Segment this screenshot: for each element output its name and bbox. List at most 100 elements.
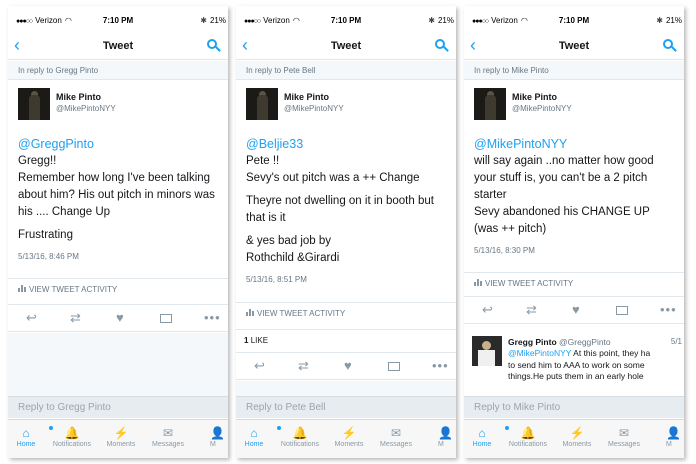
tab-home[interactable]: ⌂ Home	[236, 426, 281, 448]
view-tweet-activity[interactable]: VIEW TWEET ACTIVITY	[236, 302, 456, 322]
tab-me[interactable]: 👤 M	[438, 426, 456, 448]
heart-icon[interactable]: ♥	[116, 311, 124, 325]
tweet-mention[interactable]: @MikePintoNYY	[474, 136, 684, 153]
envelope-icon: ✉	[618, 426, 630, 440]
status-bar: ●●●○○ Verizon ◠ 7:10 PM ✱ 21%	[236, 14, 456, 28]
tab-moments[interactable]: ⚡ Moments	[553, 426, 601, 448]
bell-icon: 🔔	[64, 426, 80, 440]
clock: 7:10 PM	[558, 16, 590, 25]
author-handle[interactable]: @MikePintoNYY	[512, 104, 572, 113]
in-reply-to-banner[interactable]: In reply to Mike Pinto	[464, 61, 684, 80]
tab-home[interactable]: ⌂ Home	[8, 426, 53, 448]
battery-percent: 21%	[665, 16, 682, 25]
activity-chart-icon	[18, 285, 26, 292]
activity-chart-icon	[246, 309, 254, 316]
home-icon: ⌂	[236, 426, 281, 441]
search-icon[interactable]	[207, 39, 221, 53]
phone-screen-2: ●●●○○ Verizon ◠ 7:10 PM ✱ 21% ‹ Tweet In re…	[236, 6, 456, 458]
battery-percent: 21%	[209, 16, 226, 25]
related-author-handle[interactable]: @GreggPinto	[559, 337, 611, 347]
reply-input[interactable]: Reply to Pete Bell	[236, 396, 456, 418]
tab-moments[interactable]: ⚡ Moments	[325, 426, 373, 448]
avatar[interactable]	[474, 88, 506, 120]
tweet-mention[interactable]: @GreggPinto	[18, 136, 228, 153]
avatar[interactable]	[472, 336, 502, 366]
reply-icon[interactable]: ↩	[26, 311, 37, 325]
tab-me[interactable]: 👤 M	[210, 426, 228, 448]
direct-message-icon[interactable]	[388, 359, 400, 373]
retweet-icon[interactable]: ⇄	[298, 359, 309, 373]
view-tweet-activity[interactable]: VIEW TWEET ACTIVITY	[464, 272, 684, 292]
view-tweet-activity[interactable]: VIEW TWEET ACTIVITY	[8, 278, 228, 298]
likes-count[interactable]: 1 LIKE	[236, 329, 456, 349]
tweet-author[interactable]: Mike Pinto @MikePintoNYY	[474, 88, 674, 122]
tab-bar: ⌂ Home 🔔 Notifications ⚡ Moments ✉ Messages …	[464, 419, 684, 458]
heart-icon[interactable]: ♥	[344, 359, 352, 373]
related-author-name[interactable]: Gregg Pinto	[508, 337, 557, 347]
tab-me[interactable]: 👤 M	[666, 426, 684, 448]
clock: 7:10 PM	[330, 16, 362, 25]
search-icon[interactable]	[663, 39, 677, 53]
status-right: ✱ 21%	[656, 16, 682, 25]
page-title: Tweet	[102, 40, 134, 52]
tab-notifications[interactable]: 🔔 Notifications	[276, 426, 324, 448]
avatar[interactable]	[18, 88, 50, 120]
tab-messages[interactable]: ✉ Messages	[600, 426, 648, 448]
search-icon[interactable]	[435, 39, 449, 53]
tweet-author[interactable]: Mike Pinto @MikePintoNYY	[246, 88, 446, 122]
related-reply-header: Gregg Pinto @GreggPinto	[508, 337, 611, 347]
tab-messages[interactable]: ✉ Messages	[144, 426, 192, 448]
author-handle[interactable]: @MikePintoNYY	[56, 104, 116, 113]
related-reply-text: @MikePintoNYY At this point, they ha to …	[508, 348, 684, 383]
person-icon: 👤	[210, 426, 225, 440]
tab-notifications[interactable]: 🔔 Notifications	[504, 426, 552, 448]
author-name[interactable]: Mike Pinto	[56, 92, 101, 102]
tab-moments[interactable]: ⚡ Moments	[97, 426, 145, 448]
tweet-body: @GreggPinto Gregg!! Remember how long I'…	[18, 136, 228, 265]
author-name[interactable]: Mike Pinto	[284, 92, 329, 102]
avatar[interactable]	[246, 88, 278, 120]
reply-input[interactable]: Reply to Gregg Pinto	[8, 396, 228, 418]
retweet-icon[interactable]: ⇄	[70, 311, 81, 325]
status-bar: ●●●○○ Verizon ◠ 7:10 PM ✱ 21%	[8, 14, 228, 28]
reply-icon[interactable]: ↩	[254, 359, 265, 373]
tab-messages[interactable]: ✉ Messages	[372, 426, 420, 448]
more-icon[interactable]: •••	[204, 311, 221, 325]
nav-bar: ‹ Tweet	[8, 32, 228, 60]
retweet-icon[interactable]: ⇄	[526, 303, 537, 317]
tweet-line: Sevy abandoned his CHANGE UP	[474, 206, 650, 218]
tweet-body: @Beljie33 Pete !! Sevy's out pitch was a…	[246, 136, 456, 288]
author-handle[interactable]: @MikePintoNYY	[284, 104, 344, 113]
tab-notifications[interactable]: 🔔 Notifications	[48, 426, 96, 448]
page-title: Tweet	[330, 40, 362, 52]
in-reply-to-banner[interactable]: In reply to Pete Bell	[236, 61, 456, 80]
lightning-icon: ⚡	[569, 426, 585, 440]
reply-icon[interactable]: ↩	[482, 303, 493, 317]
author-name[interactable]: Mike Pinto	[512, 92, 557, 102]
related-mention[interactable]: @MikePintoNYY	[508, 348, 571, 358]
direct-message-icon[interactable]	[160, 311, 172, 325]
tweet-line: Frustrating	[18, 229, 73, 241]
tweet-line: Sevy's out pitch was a ++ Change	[246, 172, 420, 184]
empty-area	[236, 381, 456, 396]
tweet-line: his .... Change Up	[18, 206, 111, 218]
nav-bar: ‹ Tweet	[464, 32, 684, 60]
in-reply-to-banner[interactable]: In reply to Gregg Pinto	[8, 61, 228, 80]
tweet-author[interactable]: Mike Pinto @MikePintoNYY	[18, 88, 218, 122]
related-line: things.He puts them in an early hole	[508, 371, 644, 381]
related-reply[interactable]: Gregg Pinto @GreggPinto 5/1 @MikePintoNY…	[464, 330, 684, 390]
tweet-line: about him? His out pitch in minors was	[18, 189, 215, 201]
tweet-line: your stuff is, you can't be a 2 pitch	[474, 172, 648, 184]
tab-home[interactable]: ⌂ Home	[464, 426, 509, 448]
tweet-body: @MikePintoNYY will say again ..no matter…	[474, 136, 684, 259]
bluetooth-icon: ✱	[200, 16, 207, 25]
tweet-timestamp: 5/13/16, 8:46 PM	[18, 252, 79, 261]
more-icon[interactable]: •••	[660, 303, 677, 317]
tweet-mention[interactable]: @Beljie33	[246, 136, 456, 153]
more-icon[interactable]: •••	[432, 359, 449, 373]
bell-icon: 🔔	[292, 426, 308, 440]
direct-message-icon[interactable]	[616, 303, 628, 317]
heart-icon[interactable]: ♥	[572, 303, 580, 317]
reply-input[interactable]: Reply to Mike Pinto	[464, 396, 684, 418]
activity-chart-icon	[474, 279, 482, 286]
